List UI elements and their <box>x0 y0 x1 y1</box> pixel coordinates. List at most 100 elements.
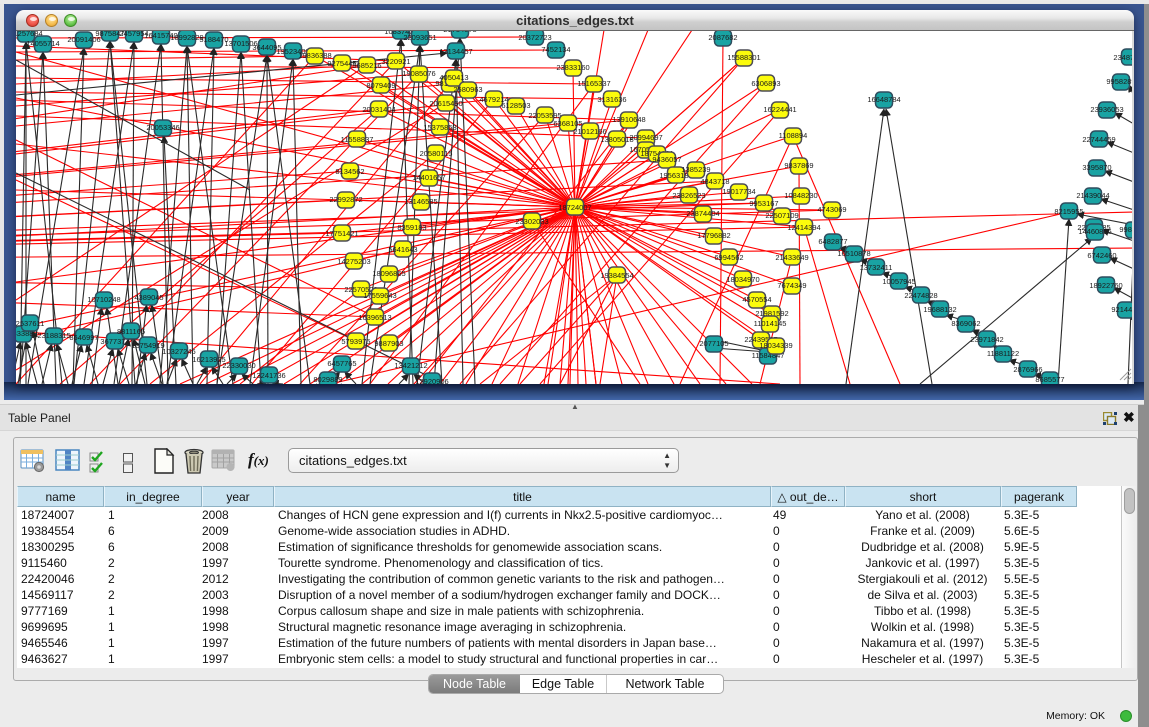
svg-text:13134457: 13134457 <box>439 47 472 56</box>
svg-text:20031404: 20031404 <box>362 105 395 114</box>
svg-text:23302033: 23302033 <box>515 217 548 226</box>
svg-text:5793975: 5793975 <box>341 337 370 346</box>
svg-text:9953167: 9953167 <box>749 199 778 208</box>
svg-text:18096865: 18096865 <box>372 269 405 278</box>
svg-text:23874404: 23874404 <box>686 209 719 218</box>
svg-text:15375853: 15375853 <box>423 123 456 132</box>
svg-text:11558837: 11558837 <box>341 135 374 144</box>
svg-text:18922760: 18922760 <box>1089 281 1122 290</box>
svg-text:9837869: 9837869 <box>784 161 813 170</box>
svg-text:23971842: 23971842 <box>970 335 1003 344</box>
svg-text:9983893: 9983893 <box>1119 225 1134 234</box>
svg-text:17796882: 17796882 <box>697 231 730 240</box>
svg-text:21754078: 21754078 <box>443 31 476 34</box>
svg-text:10710248: 10710248 <box>87 295 120 304</box>
svg-text:15588301: 15588301 <box>727 53 760 62</box>
svg-text:14275203: 14275203 <box>337 257 370 266</box>
svg-text:1108894: 1108894 <box>779 131 808 140</box>
svg-text:14460856: 14460856 <box>1078 227 1111 236</box>
svg-text:5641643: 5641643 <box>388 245 417 254</box>
svg-text:2580963: 2580963 <box>453 85 482 94</box>
svg-text:8646997: 8646997 <box>69 333 98 342</box>
svg-text:16213925: 16213925 <box>192 355 225 364</box>
svg-text:4843718: 4843718 <box>700 177 729 186</box>
svg-text:8811165: 8811165 <box>117 327 145 336</box>
svg-text:17559643: 17559643 <box>363 291 396 300</box>
svg-text:23487347: 23487347 <box>1113 53 1134 62</box>
svg-text:5685216: 5685216 <box>352 61 381 70</box>
svg-text:14055714: 14055714 <box>26 39 59 48</box>
svg-text:21439044: 21439044 <box>1076 191 1109 200</box>
svg-text:19384554: 19384554 <box>600 271 633 280</box>
svg-text:23936053: 23936053 <box>1090 105 1123 114</box>
svg-text:2077105: 2077105 <box>699 339 728 348</box>
svg-text:2876966: 2876966 <box>1013 365 1042 374</box>
svg-text:12414394: 12414394 <box>787 223 820 232</box>
svg-text:23826523: 23826523 <box>672 191 705 200</box>
svg-text:17751421: 17751421 <box>325 229 358 238</box>
svg-text:22093651: 22093651 <box>403 33 436 42</box>
svg-text:9436057: 9436057 <box>652 155 681 164</box>
svg-text:14401657: 14401657 <box>412 173 445 182</box>
svg-text:4743069: 4743069 <box>817 205 846 214</box>
svg-text:6482877: 6482877 <box>818 237 847 246</box>
svg-text:22507109: 22507109 <box>765 211 798 220</box>
svg-text:2087682: 2087682 <box>708 33 737 42</box>
svg-text:23833160: 23833160 <box>556 63 589 72</box>
svg-text:6128503: 6128503 <box>501 101 530 110</box>
svg-text:13732411: 13732411 <box>860 263 893 272</box>
svg-text:16510878: 16510878 <box>837 249 870 258</box>
svg-text:22744459: 22744459 <box>1082 135 1115 144</box>
svg-text:20580115: 20580115 <box>420 149 453 158</box>
svg-text:8359183: 8359183 <box>397 223 426 232</box>
svg-text:13146585: 13146585 <box>404 197 437 206</box>
svg-text:9275445: 9275445 <box>327 59 356 68</box>
svg-text:18034970: 18034970 <box>726 275 759 284</box>
svg-text:23188315: 23188315 <box>37 331 70 340</box>
svg-text:8215955: 8215955 <box>1054 207 1083 216</box>
svg-text:12920906: 12920906 <box>415 377 448 384</box>
svg-text:6457765: 6457765 <box>327 359 356 368</box>
svg-text:20994697: 20994697 <box>629 133 662 142</box>
svg-text:1385239: 1385239 <box>681 165 710 174</box>
svg-text:19085076: 19085076 <box>402 69 435 78</box>
svg-text:16648784: 16648784 <box>867 95 900 104</box>
svg-text:9887903: 9887903 <box>374 339 403 348</box>
svg-text:8029889: 8029889 <box>313 375 342 384</box>
svg-text:8369062: 8369062 <box>951 319 980 328</box>
svg-text:4570554: 4570554 <box>742 295 771 304</box>
svg-text:16224441: 16224441 <box>763 105 796 114</box>
svg-text:21433649: 21433649 <box>775 253 808 262</box>
svg-text:3131636: 3131636 <box>597 95 626 104</box>
svg-text:8134562: 8134562 <box>335 167 364 176</box>
svg-text:11014145: 11014145 <box>754 319 787 328</box>
svg-text:13910648: 13910648 <box>612 115 645 124</box>
svg-text:8685577: 8685577 <box>1035 375 1064 384</box>
svg-text:8079409: 8079409 <box>366 81 395 90</box>
svg-text:10327246: 10327246 <box>162 347 195 356</box>
svg-text:10848230: 10848230 <box>784 191 817 200</box>
svg-text:22474828: 22474828 <box>904 291 937 300</box>
svg-text:4389045: 4389045 <box>134 293 163 302</box>
svg-text:6742460: 6742460 <box>1087 251 1116 260</box>
svg-text:11881122: 11881122 <box>987 349 1019 358</box>
svg-text:9958289: 9958289 <box>1106 77 1134 86</box>
svg-text:20372723: 20372723 <box>518 33 551 42</box>
svg-text:19836388: 19836388 <box>298 51 331 60</box>
svg-text:19688132: 19688132 <box>923 305 956 314</box>
svg-text:22992872: 22992872 <box>329 195 362 204</box>
svg-text:20053346: 20053346 <box>146 123 179 132</box>
svg-text:9214491: 9214491 <box>1111 305 1134 314</box>
svg-text:20615450: 20615450 <box>429 99 462 108</box>
svg-text:13241736: 13241736 <box>252 371 285 380</box>
svg-text:3395870: 3395870 <box>1082 163 1111 172</box>
svg-text:7674349: 7674349 <box>777 281 806 290</box>
svg-text:10057945: 10057945 <box>882 277 915 286</box>
svg-text:3220921: 3220921 <box>381 57 410 66</box>
svg-text:2537611: 2537611 <box>16 319 44 328</box>
svg-text:15165337: 15165337 <box>577 79 610 88</box>
svg-text:18034339: 18034339 <box>759 341 792 350</box>
svg-text:16396513: 16396513 <box>358 313 391 322</box>
svg-text:13754919: 13754919 <box>131 341 164 350</box>
svg-text:19017734: 19017734 <box>722 187 755 196</box>
